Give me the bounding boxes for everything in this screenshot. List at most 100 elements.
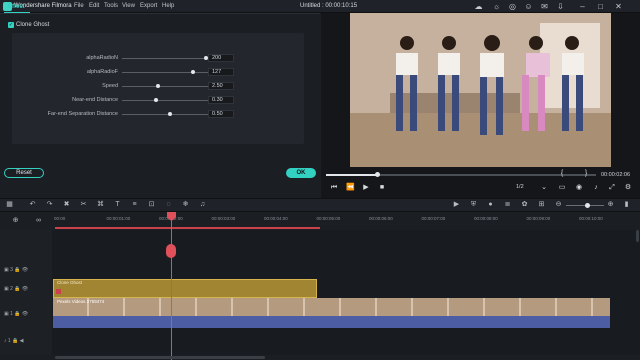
menu-view[interactable]: View [122,3,135,9]
step-back-icon[interactable]: ⏮ [330,184,338,192]
menu-export[interactable]: Export [140,3,157,9]
display-icon[interactable]: ▭ [558,184,566,192]
mark-in-icon[interactable]: { [558,170,566,178]
zoom-slider-handle[interactable] [585,203,590,208]
zoom-in-icon[interactable]: ⊕ [606,200,615,209]
crop-icon[interactable]: ⊡ [147,200,156,209]
ratio-dropdown-icon[interactable]: ⌄ [540,184,548,192]
shield-icon[interactable]: ⛨ [469,200,478,209]
track-label-audio-1: ♪ 1 🔒 ◀ [4,338,24,344]
freeze-icon[interactable]: ❄ [181,200,190,209]
reset-button[interactable]: Reset [4,168,44,178]
cloud-icon[interactable]: ☁ [474,2,483,11]
zoom-out-icon[interactable]: ⊖ [554,200,563,209]
snapshot-icon[interactable]: ◉ [575,184,583,192]
video-clip-thumbnails [53,298,610,316]
vertical-scrollbar[interactable] [636,230,639,242]
snap-icon[interactable]: ⊞ [537,200,546,209]
scrubber-handle[interactable] [375,172,380,177]
param-value-field[interactable]: 127 [208,68,234,76]
param-slider-handle[interactable] [156,84,160,88]
ruler-tick-label: 00:00:10:00 [579,216,603,221]
param-slider-handle[interactable] [154,98,158,102]
mic-icon[interactable]: ● [486,200,495,209]
preview-timecode: 00:00:02:06 [601,172,631,178]
play-icon[interactable]: ▶ [362,184,370,192]
stop-icon[interactable]: ■ [378,184,386,192]
render-range-bar [55,227,320,229]
add-track-icon[interactable]: ⊕ [11,216,20,225]
frame-back-icon[interactable]: ⏪ [346,184,355,192]
param-value-field[interactable]: 2.50 [208,82,234,90]
ruler-tick-label: 00:00:07:00 [421,216,446,221]
delete-icon[interactable]: ✖ [62,200,71,209]
ruler-tick-label: 00:00:01:00 [106,216,131,221]
lightbulb-icon[interactable]: ☼ [492,2,501,11]
track-label-video-3: ▣ 3 🔒 👁 [4,267,29,273]
ok-button[interactable]: OK [286,168,316,178]
param-value-field[interactable]: 0.30 [208,96,234,104]
volume-icon[interactable]: ♪ [592,184,600,192]
layout-icon[interactable]: ▦ [5,200,14,209]
horizontal-scrollbar[interactable] [55,356,265,359]
render-icon[interactable]: ▶ [452,200,461,209]
param-label: alphaRadioN [86,55,118,61]
speed-icon[interactable]: ◌ [164,200,173,209]
param-value-field[interactable]: 200 [208,54,234,62]
mail-icon[interactable]: ✉ [540,2,549,11]
ruler-tick-label: 00:00:06:00 [369,216,393,221]
param-label: Far-end Separation Distance [47,111,118,117]
ruler-tick-label: 00:00:04:00 [264,216,288,221]
ruler-tick-label: 00:00:03:00 [211,216,236,221]
close-icon[interactable]: ✕ [614,2,623,11]
tab-effect[interactable]: Effect [4,2,30,13]
window-title: Untitled : 00:00:10:15 [300,3,358,9]
menu-tools[interactable]: Tools [104,3,118,9]
link-icon[interactable]: ∞ [34,216,43,225]
effect-clip[interactable] [53,279,317,298]
menu-file[interactable]: File [74,3,84,9]
adjust-icon[interactable]: ≡ [130,200,139,209]
text-icon[interactable]: T [113,200,122,209]
ruler-tick-label: 00:00:09:00 [526,216,551,221]
headset-icon[interactable]: ◎ [508,2,517,11]
fullscreen-icon[interactable]: ⤢ [608,184,616,192]
mixer-icon[interactable]: ≣ [503,200,512,209]
param-label: alphaRadioF [86,69,118,75]
param-slider[interactable] [122,86,218,87]
menu-help[interactable]: Help [162,3,174,9]
maximize-icon[interactable]: □ [596,2,605,11]
track-label-video-2: ▣ 2 🔒 👁 [4,286,29,292]
download-icon[interactable]: ⇩ [556,2,565,11]
param-slider[interactable] [122,72,218,73]
dancer-frame-image [350,13,611,167]
ruler-tick-label: 00:00:05:00 [316,216,341,221]
account-icon[interactable]: ☺ [524,2,533,11]
tab-divider [0,13,320,14]
playhead-marker[interactable] [166,244,176,258]
param-label: Near-end Distance [72,97,118,103]
playback-ratio[interactable]: 1/2 [516,184,524,190]
param-label: Speed [102,83,118,89]
playhead-line[interactable] [171,214,172,360]
panel-toggle-icon[interactable]: ▮ [622,200,631,209]
audio-adjust-icon[interactable]: ♫ [198,200,207,209]
ruler-tick-label: 00:00 [54,216,66,221]
mark-out-icon[interactable]: } [582,170,590,178]
clone-ghost-checkbox[interactable]: ✓ [8,22,14,28]
redo-icon[interactable]: ↷ [45,200,54,209]
cut-icon[interactable]: ✂ [79,200,88,209]
param-slider[interactable] [122,100,218,101]
minimize-icon[interactable]: – [578,2,587,11]
settings-icon[interactable]: ⚙ [624,184,632,192]
ai-icon[interactable]: ✿ [520,200,529,209]
undo-icon[interactable]: ↶ [28,200,37,209]
effect-clip-marker-icon [56,289,61,294]
param-slider-handle[interactable] [168,112,172,116]
param-slider-handle[interactable] [191,70,195,74]
tag-icon[interactable]: ⌘ [96,200,105,209]
preview-progress [326,174,377,176]
video-preview [350,13,611,167]
param-value-field[interactable]: 0.50 [208,110,234,118]
menu-edit[interactable]: Edit [89,3,99,9]
